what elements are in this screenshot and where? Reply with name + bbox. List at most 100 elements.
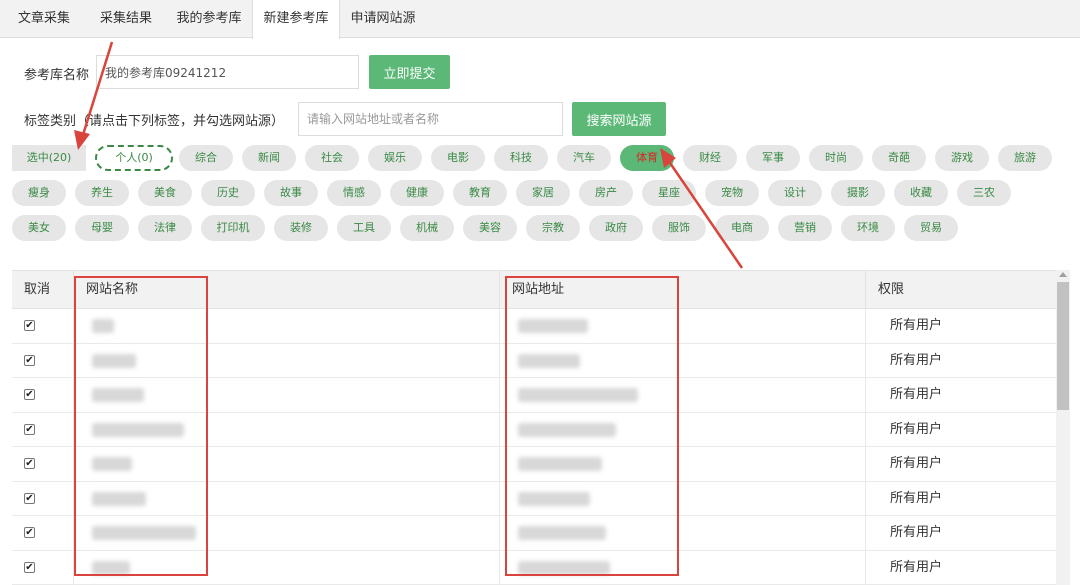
tag-row3-7[interactable]: 美容 bbox=[463, 215, 517, 241]
tag-row2-6[interactable]: 健康 bbox=[390, 180, 444, 206]
site-name-cell bbox=[74, 447, 500, 481]
cancel-cell: ✔ bbox=[12, 309, 74, 343]
site-url-cell bbox=[500, 447, 866, 481]
tag-row2-8[interactable]: 家居 bbox=[516, 180, 570, 206]
checkbox-checked-icon[interactable]: ✔ bbox=[24, 561, 35, 573]
table-row: ✔ 所有用户 bbox=[12, 343, 1056, 378]
library-name-input[interactable] bbox=[96, 55, 359, 89]
redacted-site-url bbox=[518, 319, 588, 333]
checkbox-checked-icon[interactable]: ✔ bbox=[24, 458, 35, 469]
site-search-input[interactable] bbox=[298, 102, 563, 136]
redacted-site-name bbox=[92, 319, 114, 333]
tag-row3-14[interactable]: 贸易 bbox=[904, 215, 958, 241]
tag-row3-4[interactable]: 装修 bbox=[274, 215, 328, 241]
redacted-site-url bbox=[518, 526, 606, 540]
tag-row3-11[interactable]: 电商 bbox=[715, 215, 769, 241]
scrollbar-thumb[interactable] bbox=[1057, 282, 1069, 410]
site-url-cell bbox=[500, 516, 866, 550]
tag-row3-10[interactable]: 服饰 bbox=[652, 215, 706, 241]
permission-cell: 所有用户 bbox=[890, 318, 943, 333]
tag-row1-10[interactable]: 时尚 bbox=[809, 145, 863, 171]
tab-new-library[interactable]: 新建参考库 bbox=[252, 0, 340, 39]
tab-collect-results[interactable]: 采集结果 bbox=[88, 0, 164, 38]
tag-row1-0[interactable]: 综合 bbox=[179, 145, 233, 171]
cancel-cell: ✔ bbox=[12, 481, 74, 516]
tab-article-collect[interactable]: 文章采集 bbox=[4, 0, 84, 38]
source-table: 取消 网站名称 网站地址 权限 ✔ 所有用户 ✔ 所有用户 ✔ 所有用户 ✔ 所有用户 ✔ 所有用… bbox=[12, 270, 1056, 585]
tag-row1-7[interactable]: 体育 bbox=[620, 145, 674, 171]
tag-personal[interactable]: 个人(0) bbox=[95, 145, 173, 171]
checkbox-checked-icon[interactable]: ✔ bbox=[24, 354, 35, 366]
tab-apply-source[interactable]: 申请网站源 bbox=[340, 0, 426, 38]
checkbox-checked-icon[interactable]: ✔ bbox=[24, 320, 35, 331]
tag-row2-1[interactable]: 养生 bbox=[75, 180, 129, 206]
redacted-site-url bbox=[518, 457, 602, 471]
submit-button[interactable]: 立即提交 bbox=[369, 55, 450, 89]
tag-row1-2[interactable]: 社会 bbox=[305, 145, 359, 171]
redacted-site-url bbox=[518, 491, 590, 506]
tag-row2-2[interactable]: 美食 bbox=[138, 180, 192, 206]
tag-row1-5[interactable]: 科技 bbox=[494, 145, 548, 171]
tag-row2-4[interactable]: 故事 bbox=[264, 180, 318, 206]
permission-cell: 所有用户 bbox=[890, 525, 943, 540]
checkbox-checked-icon[interactable]: ✔ bbox=[24, 423, 35, 435]
tag-row1-1[interactable]: 新闻 bbox=[242, 145, 296, 171]
tag-row3-13[interactable]: 环境 bbox=[841, 215, 895, 241]
tag-row1-3[interactable]: 娱乐 bbox=[368, 145, 422, 171]
tag-row2-9[interactable]: 房产 bbox=[579, 180, 633, 206]
site-name-cell bbox=[74, 378, 500, 412]
cancel-cell: ✔ bbox=[12, 447, 74, 481]
tag-row2-13[interactable]: 摄影 bbox=[831, 180, 885, 206]
header-permission: 权限 bbox=[878, 282, 905, 297]
redacted-site-url bbox=[518, 560, 610, 575]
checkbox-checked-icon[interactable]: ✔ bbox=[24, 389, 35, 400]
header-site-url: 网站地址 bbox=[500, 271, 866, 309]
tag-row3-1[interactable]: 母婴 bbox=[75, 215, 129, 241]
tag-row1-4[interactable]: 电影 bbox=[431, 145, 485, 171]
checkbox-checked-icon[interactable]: ✔ bbox=[24, 527, 35, 538]
tag-row2-0[interactable]: 瘦身 bbox=[12, 180, 66, 206]
search-source-button[interactable]: 搜索网站源 bbox=[572, 102, 666, 136]
redacted-site-name bbox=[92, 491, 146, 506]
site-name-cell bbox=[74, 412, 500, 447]
redacted-site-url bbox=[518, 388, 638, 402]
tag-row3-0[interactable]: 美女 bbox=[12, 215, 66, 241]
tag-row2-5[interactable]: 情感 bbox=[327, 180, 381, 206]
tag-row1-8[interactable]: 财经 bbox=[683, 145, 737, 171]
tag-row3-8[interactable]: 宗教 bbox=[526, 215, 580, 241]
header-site-name: 网站名称 bbox=[74, 271, 500, 309]
table-header: 取消 网站名称 网站地址 权限 bbox=[12, 271, 1056, 309]
tag-row2-15[interactable]: 三农 bbox=[957, 180, 1011, 206]
tag-selected-count[interactable]: 选中(20) bbox=[12, 145, 86, 171]
tag-row1-9[interactable]: 军事 bbox=[746, 145, 800, 171]
scroll-up-icon[interactable] bbox=[1059, 272, 1067, 277]
tag-row3-9[interactable]: 政府 bbox=[589, 215, 643, 241]
permission-cell: 所有用户 bbox=[890, 421, 943, 437]
tag-row1-13[interactable]: 旅游 bbox=[998, 145, 1052, 171]
redacted-site-url bbox=[518, 353, 580, 368]
tab-my-library[interactable]: 我的参考库 bbox=[166, 0, 252, 38]
permission-cell: 所有用户 bbox=[890, 352, 943, 368]
tag-row2-10[interactable]: 星座 bbox=[642, 180, 696, 206]
cancel-cell: ✔ bbox=[12, 378, 74, 412]
tag-row3-5[interactable]: 工具 bbox=[337, 215, 391, 241]
tag-row2-12[interactable]: 设计 bbox=[768, 180, 822, 206]
tag-row3-6[interactable]: 机械 bbox=[400, 215, 454, 241]
table-row: ✔ 所有用户 bbox=[12, 378, 1056, 413]
tag-row3-3[interactable]: 打印机 bbox=[201, 215, 265, 241]
site-url-cell bbox=[500, 550, 866, 585]
cancel-cell: ✔ bbox=[12, 516, 74, 550]
tag-row2-14[interactable]: 收藏 bbox=[894, 180, 948, 206]
tag-row2-11[interactable]: 宠物 bbox=[705, 180, 759, 206]
tag-row1-11[interactable]: 奇葩 bbox=[872, 145, 926, 171]
tag-row2-7[interactable]: 教育 bbox=[453, 180, 507, 206]
tag-row1-12[interactable]: 游戏 bbox=[935, 145, 989, 171]
tag-row3-12[interactable]: 营销 bbox=[778, 215, 832, 241]
tag-row3-2[interactable]: 法律 bbox=[138, 215, 192, 241]
checkbox-checked-icon[interactable]: ✔ bbox=[24, 492, 35, 504]
redacted-site-name bbox=[92, 388, 144, 402]
tag-row2-3[interactable]: 历史 bbox=[201, 180, 255, 206]
tag-category-label: 标签类别（请点击下列标签，并勾选网站源） bbox=[24, 114, 285, 129]
tag-row1-6[interactable]: 汽车 bbox=[557, 145, 611, 171]
site-url-cell bbox=[500, 309, 866, 343]
